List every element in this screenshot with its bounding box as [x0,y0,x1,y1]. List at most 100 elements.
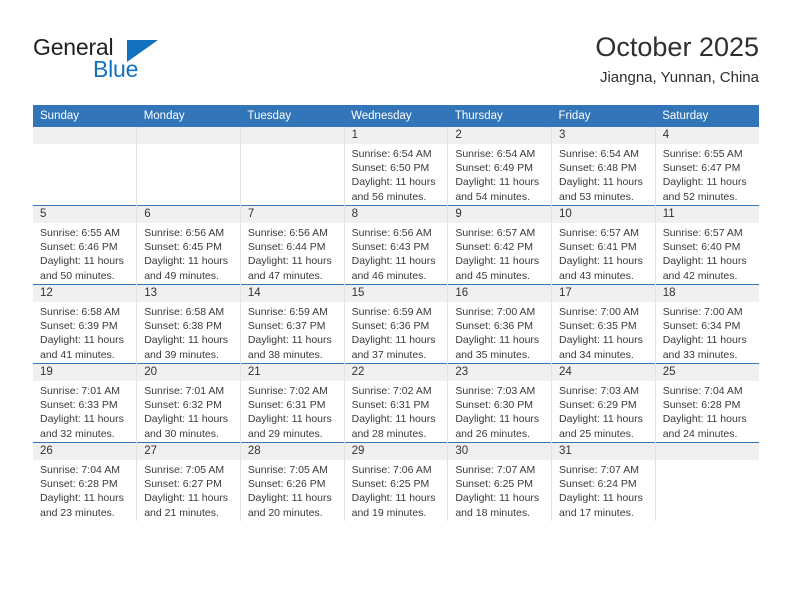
day-number: 16 [448,285,552,302]
daylight-duration-line2: and 49 minutes. [144,269,219,282]
day-number: 15 [344,285,448,302]
day-detail: Sunrise: 6:59 AM Sunset: 6:36 PM Daylight:… [345,302,448,362]
calendar-day-cell[interactable]: 13 Sunrise: 6:58 AM Sunset: 6:38 PM Dayligh… [136,284,241,364]
day-number: 28 [240,443,344,460]
sunrise-time: Sunrise: 7:04 AM [662,385,743,397]
day-detail: Sunrise: 7:04 AM Sunset: 6:28 PM Daylight:… [33,460,136,520]
daylight-duration-line2: and 29 minutes. [247,427,323,440]
calendar-day-cell[interactable]: 2 Sunrise: 6:54 AM Sunset: 6:49 PM Daylight… [447,127,552,206]
calendar-day-cell[interactable]: 31 Sunrise: 7:07 AM Sunset: 6:24 PM Dayligh… [551,442,656,521]
day-number: 6 [137,206,240,223]
day-detail: Sunrise: 7:03 AM Sunset: 6:30 PM Daylight:… [448,381,551,441]
weekday-header-monday: Monday [136,105,241,127]
calendar-day-cell[interactable]: 29 Sunrise: 7:06 AM Sunset: 6:25 PM Dayligh… [343,442,448,521]
daylight-duration-line1: Daylight: 11 hours [455,413,540,426]
sunrise-time: Sunrise: 6:55 AM [662,148,743,160]
daylight-duration-line1: Daylight: 11 hours [662,176,747,189]
sunset-time: Sunset: 6:27 PM [144,478,222,491]
calendar-day-cell[interactable]: 16 Sunrise: 7:00 AM Sunset: 6:36 PM Dayligh… [447,284,552,364]
general-blue-logo[interactable]: General Blue [33,34,183,86]
sunset-time: Sunset: 6:29 PM [559,399,637,412]
sunrise-time: Sunrise: 7:06 AM [351,464,432,476]
daylight-duration-line1: Daylight: 11 hours [144,492,229,505]
day-number: 12 [33,285,137,302]
day-number: 24 [552,364,655,381]
daylight-duration-line1: Daylight: 11 hours [559,334,643,347]
daylight-duration-line1: Daylight: 11 hours [40,492,124,505]
sunset-time: Sunset: 6:33 PM [40,399,118,412]
day-number: 19 [33,364,137,381]
daylight-duration-line2: and 20 minutes. [247,506,323,519]
calendar-body: 1 Sunrise: 6:54 AM Sunset: 6:50 PM Daylight… [33,127,759,521]
calendar-day-cell[interactable]: 17 Sunrise: 7:00 AM Sunset: 6:35 PM Dayligh… [551,284,656,364]
day-detail: Sunrise: 6:55 AM Sunset: 6:47 PM Daylight:… [656,144,759,204]
calendar-day-cell[interactable]: 20 Sunrise: 7:01 AM Sunset: 6:32 PM Dayligh… [136,363,241,443]
calendar-day-cell[interactable]: 15 Sunrise: 6:59 AM Sunset: 6:36 PM Dayligh… [343,284,448,364]
sunset-time: Sunset: 6:42 PM [455,241,533,254]
calendar-day-cell[interactable]: 24 Sunrise: 7:03 AM Sunset: 6:29 PM Dayligh… [551,363,656,443]
sunrise-sunset-calendar-table: Sunday Monday Tuesday Wednesday Thursday… [33,105,759,521]
calendar-week-row: 12 Sunrise: 6:58 AM Sunset: 6:39 PM Dayligh… [33,284,759,364]
day-number: 3 [552,127,655,144]
calendar-day-cell-empty [239,127,345,206]
calendar-day-cell[interactable]: 22 Sunrise: 7:02 AM Sunset: 6:31 PM Dayligh… [343,363,448,443]
sunset-time: Sunset: 6:28 PM [662,399,741,412]
calendar-day-cell[interactable]: 28 Sunrise: 7:05 AM Sunset: 6:26 PM Dayligh… [239,442,345,521]
calendar-day-cell[interactable]: 4 Sunrise: 6:55 AM Sunset: 6:47 PM Daylight… [654,127,759,206]
sunrise-time: Sunrise: 7:07 AM [559,464,639,476]
calendar-day-cell[interactable]: 14 Sunrise: 6:59 AM Sunset: 6:37 PM Dayligh… [239,284,345,364]
day-detail: Sunrise: 7:00 AM Sunset: 6:36 PM Daylight:… [448,302,551,362]
day-number: 17 [552,285,655,302]
calendar-week-row: 1 Sunrise: 6:54 AM Sunset: 6:50 PM Daylight… [33,127,759,206]
day-number: 31 [552,443,655,460]
calendar-day-cell[interactable]: 30 Sunrise: 7:07 AM Sunset: 6:25 PM Dayligh… [447,442,552,521]
calendar-day-cell[interactable]: 23 Sunrise: 7:03 AM Sunset: 6:30 PM Dayligh… [447,363,552,443]
sunset-time: Sunset: 6:36 PM [351,320,430,333]
day-detail: Sunrise: 6:54 AM Sunset: 6:48 PM Daylight:… [552,144,655,204]
calendar-week-row: 26 Sunrise: 7:04 AM Sunset: 6:28 PM Dayligh… [33,442,759,521]
calendar-day-cell[interactable]: 12 Sunrise: 6:58 AM Sunset: 6:39 PM Dayligh… [33,284,137,364]
calendar-day-cell[interactable]: 8 Sunrise: 6:56 AM Sunset: 6:43 PM Daylight… [343,205,448,285]
calendar-day-cell[interactable]: 9 Sunrise: 6:57 AM Sunset: 6:42 PM Daylight… [447,205,552,285]
calendar-day-cell[interactable]: 21 Sunrise: 7:02 AM Sunset: 6:31 PM Dayligh… [239,363,345,443]
daylight-duration-line1: Daylight: 11 hours [559,176,643,189]
sunset-time: Sunset: 6:40 PM [662,241,741,254]
calendar-day-cell[interactable]: 18 Sunrise: 7:00 AM Sunset: 6:34 PM Dayligh… [654,284,759,364]
calendar-day-cell[interactable]: 7 Sunrise: 6:56 AM Sunset: 6:44 PM Daylight… [239,205,345,285]
sunrise-time: Sunrise: 7:02 AM [247,385,328,397]
day-detail: Sunrise: 6:57 AM Sunset: 6:40 PM Daylight:… [656,223,759,283]
daylight-duration-line2: and 56 minutes. [351,190,427,203]
calendar-day-cell[interactable]: 25 Sunrise: 7:04 AM Sunset: 6:28 PM Dayligh… [654,363,759,443]
daylight-duration-line2: and 42 minutes. [662,269,738,282]
calendar-day-cell-empty [136,127,241,206]
calendar-day-cell[interactable]: 11 Sunrise: 6:57 AM Sunset: 6:40 PM Dayligh… [654,205,759,285]
sunrise-time: Sunrise: 6:56 AM [247,227,328,239]
calendar-day-cell[interactable]: 5 Sunrise: 6:55 AM Sunset: 6:46 PM Daylight… [33,205,137,285]
sunrise-time: Sunrise: 6:56 AM [351,227,432,239]
daylight-duration-line2: and 34 minutes. [559,348,634,361]
day-detail: Sunrise: 6:59 AM Sunset: 6:37 PM Daylight:… [241,302,344,362]
sunset-time: Sunset: 6:36 PM [455,320,533,333]
calendar-day-cell[interactable]: 1 Sunrise: 6:54 AM Sunset: 6:50 PM Daylight… [343,127,448,206]
daylight-duration-line2: and 54 minutes. [455,190,531,203]
sunrise-time: Sunrise: 6:54 AM [351,148,432,160]
daylight-duration-line1: Daylight: 11 hours [455,176,540,189]
sunrise-time: Sunrise: 7:04 AM [40,464,120,476]
daylight-duration-line2: and 47 minutes. [247,269,323,282]
calendar-day-cell[interactable]: 6 Sunrise: 6:56 AM Sunset: 6:45 PM Daylight… [136,205,241,285]
sunset-time: Sunset: 6:47 PM [662,162,741,175]
calendar-day-cell[interactable]: 26 Sunrise: 7:04 AM Sunset: 6:28 PM Dayligh… [33,442,137,521]
calendar-day-cell[interactable]: 27 Sunrise: 7:05 AM Sunset: 6:27 PM Dayligh… [136,442,241,521]
calendar-day-cell[interactable]: 19 Sunrise: 7:01 AM Sunset: 6:33 PM Dayligh… [33,363,137,443]
day-detail: Sunrise: 7:01 AM Sunset: 6:33 PM Daylight:… [33,381,136,441]
sunset-time: Sunset: 6:43 PM [351,241,430,254]
daylight-duration-line2: and 25 minutes. [559,427,634,440]
daylight-duration-line1: Daylight: 11 hours [247,334,332,347]
calendar-day-cell[interactable]: 3 Sunrise: 6:54 AM Sunset: 6:48 PM Daylight… [551,127,656,206]
day-number [137,127,240,144]
day-number [655,443,759,460]
sunset-time: Sunset: 6:35 PM [559,320,637,333]
daylight-duration-line2: and 24 minutes. [662,427,738,440]
calendar-day-cell[interactable]: 10 Sunrise: 6:57 AM Sunset: 6:41 PM Dayligh… [551,205,656,285]
sunrise-time: Sunrise: 6:58 AM [144,306,225,318]
